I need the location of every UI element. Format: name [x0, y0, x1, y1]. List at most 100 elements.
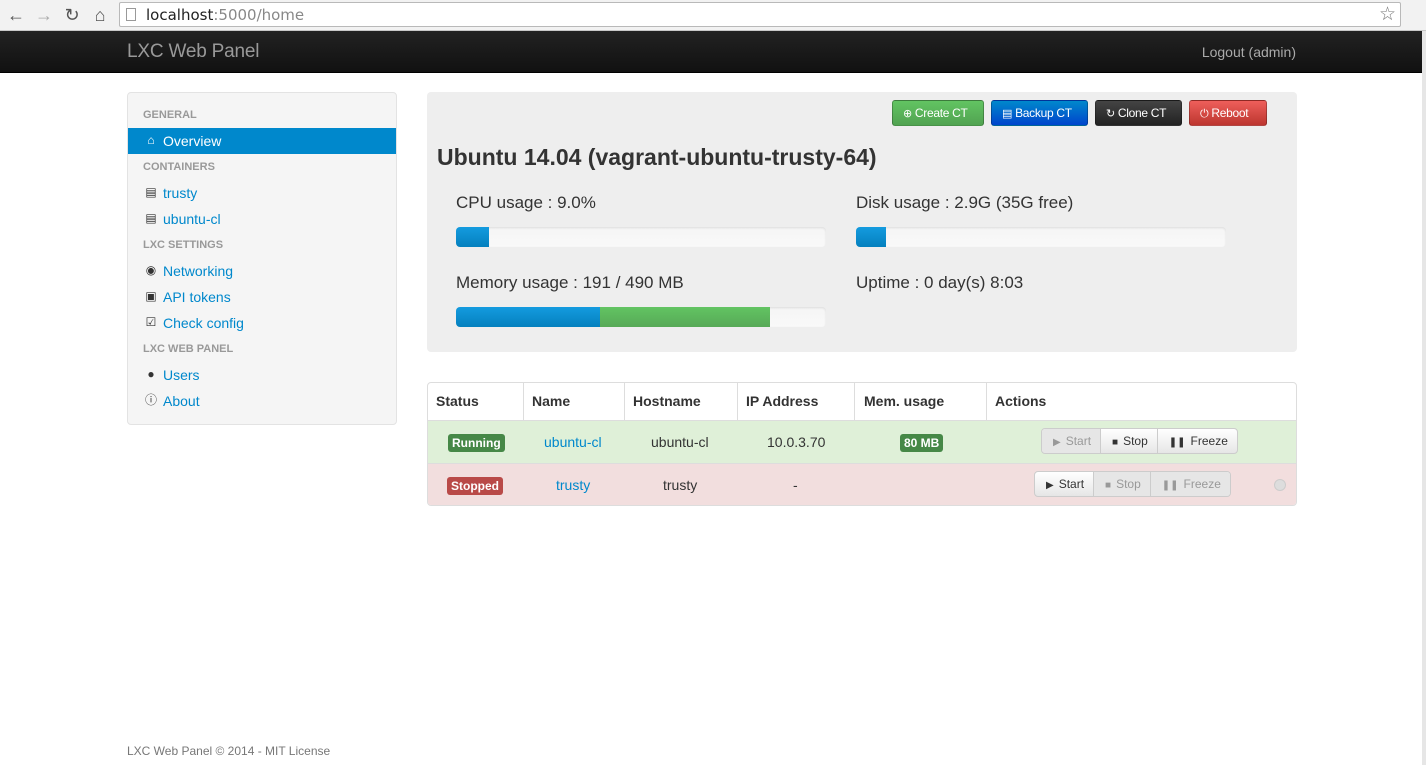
- server-icon: ▤: [145, 185, 157, 199]
- freeze-label: Freeze: [1183, 477, 1221, 491]
- sidebar-item-label: Networking: [163, 263, 234, 279]
- host-stats-panel: ⊕ Create CT ▤ Backup CT ↻ Clone CT ⏻ Reboot …: [427, 92, 1297, 352]
- clone-ct-label: Clone CT: [1117, 106, 1167, 120]
- cpu-usage-label: CPU usage : 9.0%: [456, 193, 596, 212]
- logout-link[interactable]: Logout (admin): [1202, 44, 1296, 60]
- sidebar-item-label: API tokens: [163, 289, 231, 305]
- page-icon: [126, 8, 136, 21]
- home-icon[interactable]: ⌂: [89, 4, 111, 26]
- home-icon: ⌂: [147, 133, 155, 147]
- memory-used-fill: [456, 307, 601, 327]
- refresh-icon: ↻: [1106, 108, 1115, 120]
- memory-usage-label: Memory usage : 191 / 490 MB: [456, 273, 684, 292]
- table-row: Stopped trusty trusty - ▶ Start ■ Stop ❚❚ F…: [428, 463, 1296, 505]
- bookmark-star-icon[interactable]: ☆: [1379, 3, 1396, 27]
- back-icon[interactable]: ←: [5, 4, 27, 26]
- sidebar-item-label: ubuntu-cl: [163, 211, 221, 227]
- footer: LXC Web Panel © 2014 - MIT License: [127, 744, 331, 758]
- header-actions: Actions: [995, 393, 1047, 409]
- reboot-label: Reboot: [1211, 106, 1249, 120]
- mem-usage-badge: 80 MB: [900, 434, 944, 452]
- uptime-label: Uptime : 0 day(s) 8:03: [856, 273, 1024, 292]
- play-icon: ▶: [1046, 480, 1054, 491]
- hostname-cell: ubuntu-cl: [651, 434, 709, 450]
- forward-icon[interactable]: →: [33, 4, 55, 26]
- sidebar-item-label: Check config: [163, 315, 244, 331]
- brand[interactable]: LXC Web Panel: [127, 41, 259, 63]
- sidebar-item-trusty[interactable]: ▤ trusty: [128, 180, 396, 206]
- table-row: Running ubuntu-cl ubuntu-cl 10.0.3.70 80…: [428, 420, 1296, 463]
- start-label: Start: [1058, 477, 1085, 491]
- stop-icon: ■: [1105, 480, 1112, 491]
- sidebar: GENERAL ⌂ Overview CONTAINERS ▤ trusty ▤…: [127, 92, 397, 425]
- freeze-button[interactable]: ❚❚ Freeze: [1158, 429, 1237, 453]
- create-ct-button[interactable]: ⊕ Create CT: [892, 100, 984, 126]
- sidebar-header-general: GENERAL: [143, 109, 197, 121]
- actions-button-group: ▶ Start ■ Stop ❚❚ Freeze: [1034, 471, 1231, 497]
- start-label: Start: [1065, 434, 1092, 448]
- sidebar-item-networking[interactable]: ◉ Networking: [128, 258, 396, 284]
- delete-container-icon[interactable]: [1274, 479, 1286, 491]
- sidebar-item-about[interactable]: ⓘ About: [128, 388, 396, 414]
- sidebar-item-users[interactable]: ● Users: [128, 362, 396, 388]
- backup-ct-button[interactable]: ▤ Backup CT: [991, 100, 1088, 126]
- sidebar-header-containers: CONTAINERS: [143, 161, 215, 173]
- stop-label: Stop: [1123, 434, 1148, 448]
- check-icon: ☑: [145, 315, 157, 329]
- sidebar-header-lxc-settings: LXC SETTINGS: [143, 239, 224, 251]
- stop-button[interactable]: ■ Stop: [1101, 429, 1158, 453]
- stop-button[interactable]: ■ Stop: [1094, 472, 1151, 496]
- user-icon: ●: [147, 367, 155, 381]
- header-name: Name: [532, 393, 571, 409]
- header-hostname: Hostname: [633, 393, 701, 409]
- header-status: Status: [436, 393, 479, 409]
- server-icon: ▤: [145, 211, 157, 225]
- actions-button-group: ▶ Start ■ Stop ❚❚ Freeze: [1041, 428, 1238, 454]
- disk-usage-label: Disk usage : 2.9G (35G free): [856, 193, 1074, 212]
- stop-icon: ■: [1112, 437, 1119, 448]
- freeze-label: Freeze: [1190, 434, 1228, 448]
- start-button[interactable]: ▶ Start: [1042, 429, 1102, 453]
- reload-icon[interactable]: ↻: [61, 4, 83, 26]
- memory-progress-bar: [456, 307, 826, 327]
- status-badge: Running: [448, 434, 505, 452]
- hdd-icon: ▤: [1002, 108, 1013, 120]
- sidebar-item-label: About: [163, 393, 200, 409]
- container-name-link[interactable]: ubuntu-cl: [544, 434, 602, 450]
- cpu-progress-fill: [456, 227, 490, 247]
- info-icon: ⓘ: [144, 393, 157, 407]
- disk-progress-fill: [856, 227, 886, 247]
- header-ip-address: IP Address: [746, 393, 819, 409]
- address-bar[interactable]: localhost:5000/home ☆: [119, 2, 1401, 27]
- memory-cached-fill: [600, 307, 771, 327]
- sidebar-item-api-tokens[interactable]: ▣ API tokens: [128, 284, 396, 310]
- containers-table: Status Name Hostname IP Address Mem. usa…: [427, 382, 1297, 506]
- ip-cell: -: [793, 477, 798, 493]
- sidebar-item-label: trusty: [163, 185, 198, 201]
- sidebar-item-label: Users: [163, 367, 200, 383]
- backup-ct-label: Backup CT: [1015, 106, 1072, 120]
- host-title: Ubuntu 14.04 (vagrant-ubuntu-trusty-64): [437, 144, 877, 170]
- pause-icon: ❚❚: [1168, 437, 1186, 448]
- sidebar-item-overview[interactable]: ⌂ Overview: [128, 128, 396, 154]
- header-mem-usage: Mem. usage: [864, 393, 945, 409]
- play-icon: ▶: [1053, 437, 1061, 448]
- pause-icon: ❚❚: [1161, 480, 1179, 491]
- clone-ct-button[interactable]: ↻ Clone CT: [1095, 100, 1182, 126]
- container-name-link[interactable]: trusty: [556, 477, 590, 493]
- start-button[interactable]: ▶ Start: [1035, 472, 1095, 496]
- globe-icon: ◉: [145, 263, 157, 277]
- url-text: localhost:5000/home: [146, 6, 305, 24]
- disk-progress-bar: [856, 227, 1226, 247]
- sidebar-item-label: Overview: [163, 133, 222, 149]
- sidebar-item-ubuntu-cl[interactable]: ▤ ubuntu-cl: [128, 206, 396, 232]
- create-ct-label: Create CT: [914, 106, 968, 120]
- stop-label: Stop: [1116, 477, 1141, 491]
- top-navbar: LXC Web Panel Logout (admin): [0, 31, 1422, 73]
- scrollbar[interactable]: [1422, 31, 1426, 765]
- sidebar-header-lxc-web-panel: LXC WEB PANEL: [143, 343, 234, 355]
- sidebar-item-check-config[interactable]: ☑ Check config: [128, 310, 396, 336]
- hostname-cell: trusty: [663, 477, 698, 493]
- reboot-button[interactable]: ⏻ Reboot: [1189, 100, 1267, 126]
- freeze-button[interactable]: ❚❚ Freeze: [1150, 472, 1230, 496]
